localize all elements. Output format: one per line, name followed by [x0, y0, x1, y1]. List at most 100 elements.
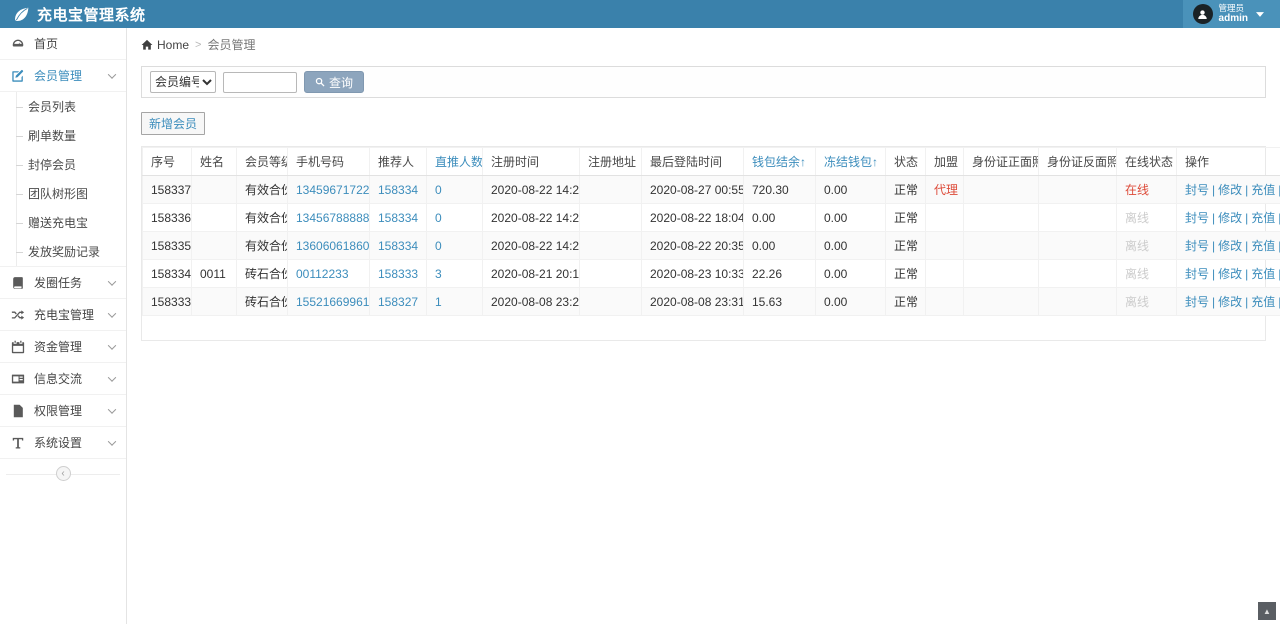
sidebar-item-message-exchange[interactable]: 信息交流: [0, 363, 126, 395]
cell-last_login: 2020-08-08 23:31: [642, 288, 744, 316]
search-filter-select[interactable]: 会员编号: [150, 71, 216, 93]
cell-direct_count: 1: [427, 288, 483, 316]
column-header-id_front: 身份证正面照: [964, 148, 1039, 176]
phone-link[interactable]: 15521669961: [296, 295, 369, 309]
referrer-link[interactable]: 158327: [378, 295, 418, 309]
phone-link[interactable]: 00112233: [296, 267, 349, 281]
breadcrumb-home[interactable]: Home: [141, 38, 189, 52]
recharge-link[interactable]: 充值: [1251, 211, 1275, 225]
recharge-link[interactable]: 充值: [1251, 239, 1275, 253]
user-menu[interactable]: 管理员 admin: [1183, 0, 1280, 28]
cell-phone: 13459671722: [288, 176, 370, 204]
modify-link[interactable]: 修改: [1218, 295, 1242, 309]
chevron-down-icon: [108, 277, 116, 285]
user-meta: 管理员 admin: [1219, 4, 1248, 24]
op-separator: |: [1212, 183, 1215, 197]
recharge-link[interactable]: 充值: [1251, 183, 1275, 197]
back-to-top-button[interactable]: ▲: [1258, 602, 1276, 620]
breadcrumb-current: 会员管理: [207, 36, 255, 53]
referrer-link[interactable]: 158334: [378, 183, 418, 197]
cell-reg_time: 2020-08-08 23:26: [483, 288, 580, 316]
op-separator: |: [1212, 267, 1215, 281]
recharge-link[interactable]: 充值: [1251, 267, 1275, 281]
recharge-link[interactable]: 充值: [1251, 295, 1275, 309]
table-row: 158335有效合伙人1360606186015833402020-08-22 …: [143, 232, 1280, 260]
breadcrumb-separator: >: [195, 39, 201, 51]
direct-count-link[interactable]: 0: [435, 239, 442, 253]
cell-name: [192, 204, 237, 232]
cell-referrer: 158334: [370, 232, 427, 260]
modify-link[interactable]: 修改: [1218, 211, 1242, 225]
search-input[interactable]: [223, 72, 297, 93]
cell-level: 有效合伙人: [237, 232, 288, 260]
ban-link[interactable]: 封号: [1185, 295, 1209, 309]
cell-online: 离线: [1117, 232, 1177, 260]
sidebar-item-label: 首页: [34, 35, 118, 52]
op-separator: |: [1245, 183, 1248, 197]
chevron-down-icon: [108, 437, 116, 445]
direct-count-link[interactable]: 0: [435, 183, 442, 197]
phone-link[interactable]: 13459671722: [296, 183, 369, 197]
sidebar-item-system-settings[interactable]: 系统设置: [0, 427, 126, 459]
column-header-last_login: 最后登陆时间: [642, 148, 744, 176]
member-table-container: 序号姓名会员等级手机号码推荐人直推人数↑注册时间注册地址最后登陆时间钱包结余↑冻…: [141, 146, 1266, 341]
sidebar-item-funds-management[interactable]: 资金管理: [0, 331, 126, 363]
cell-phone: 13606061860: [288, 232, 370, 260]
direct-count-link[interactable]: 1: [435, 295, 442, 309]
column-header-ops: 操作: [1177, 148, 1280, 176]
sidebar-item-powerbank-management[interactable]: 充电宝管理: [0, 299, 126, 331]
column-header-direct_count[interactable]: 直推人数↑: [427, 148, 483, 176]
cell-direct_count: 0: [427, 204, 483, 232]
phone-link[interactable]: 13456788888: [296, 211, 369, 225]
modify-link[interactable]: 修改: [1218, 183, 1242, 197]
sidebar-item-member-management[interactable]: 会员管理: [0, 60, 126, 92]
cell-reg_time: 2020-08-22 14:26: [483, 176, 580, 204]
referrer-link[interactable]: 158333: [378, 267, 418, 281]
cell-wallet_balance: 720.30: [744, 176, 816, 204]
referrer-link[interactable]: 158334: [378, 211, 418, 225]
user-name: admin: [1219, 13, 1248, 24]
column-header-franchise: 加盟: [926, 148, 964, 176]
referrer-link[interactable]: 158334: [378, 239, 418, 253]
caret-down-icon: [1256, 12, 1264, 17]
sidebar-subitem[interactable]: 赠送充电宝: [0, 208, 126, 237]
cell-online: 在线: [1117, 176, 1177, 204]
phone-link[interactable]: 13606061860: [296, 239, 369, 253]
cell-status: 正常: [886, 232, 926, 260]
cell-direct_count: 0: [427, 232, 483, 260]
cell-phone: 00112233: [288, 260, 370, 288]
ban-link[interactable]: 封号: [1185, 211, 1209, 225]
modify-link[interactable]: 修改: [1218, 267, 1242, 281]
chevron-down-icon: [108, 309, 116, 317]
column-header-frozen_wallet[interactable]: 冻结钱包↑: [816, 148, 886, 176]
sidebar-item-moments-task[interactable]: 发圈任务: [0, 267, 126, 299]
ban-link[interactable]: 封号: [1185, 183, 1209, 197]
sidebar-item-label: 系统设置: [34, 434, 109, 451]
app-brand: 充电宝管理系统: [0, 0, 146, 28]
sidebar-subitem[interactable]: 刷单数量: [0, 121, 126, 150]
sidebar-subitem[interactable]: 封停会员: [0, 150, 126, 179]
sidebar-collapse-button[interactable]: ‹: [56, 466, 71, 481]
add-member-button[interactable]: 新增会员: [141, 112, 205, 135]
cell-reg_addr: [580, 176, 642, 204]
sidebar-item-home[interactable]: 首页: [0, 28, 126, 60]
sidebar-subitem[interactable]: 发放奖励记录: [0, 237, 126, 266]
sidebar-item-permission-management[interactable]: 权限管理: [0, 395, 126, 427]
breadcrumb-home-label: Home: [157, 38, 189, 52]
ban-link[interactable]: 封号: [1185, 239, 1209, 253]
column-header-wallet_balance[interactable]: 钱包结余↑: [744, 148, 816, 176]
cell-id_front: [964, 232, 1039, 260]
modify-link[interactable]: 修改: [1218, 239, 1242, 253]
ban-link[interactable]: 封号: [1185, 267, 1209, 281]
direct-count-link[interactable]: 3: [435, 267, 442, 281]
query-button[interactable]: 查询: [304, 71, 364, 93]
cell-referrer: 158334: [370, 176, 427, 204]
direct-count-link[interactable]: 0: [435, 211, 442, 225]
cell-last_login: 2020-08-27 00:55: [642, 176, 744, 204]
sidebar-subitem[interactable]: 会员列表: [0, 92, 126, 121]
cell-id_back: [1039, 176, 1117, 204]
person-icon: [1196, 8, 1209, 21]
sidebar-subitem[interactable]: 团队树形图: [0, 179, 126, 208]
chevron-down-icon: [108, 373, 116, 381]
file-icon: [11, 404, 25, 418]
